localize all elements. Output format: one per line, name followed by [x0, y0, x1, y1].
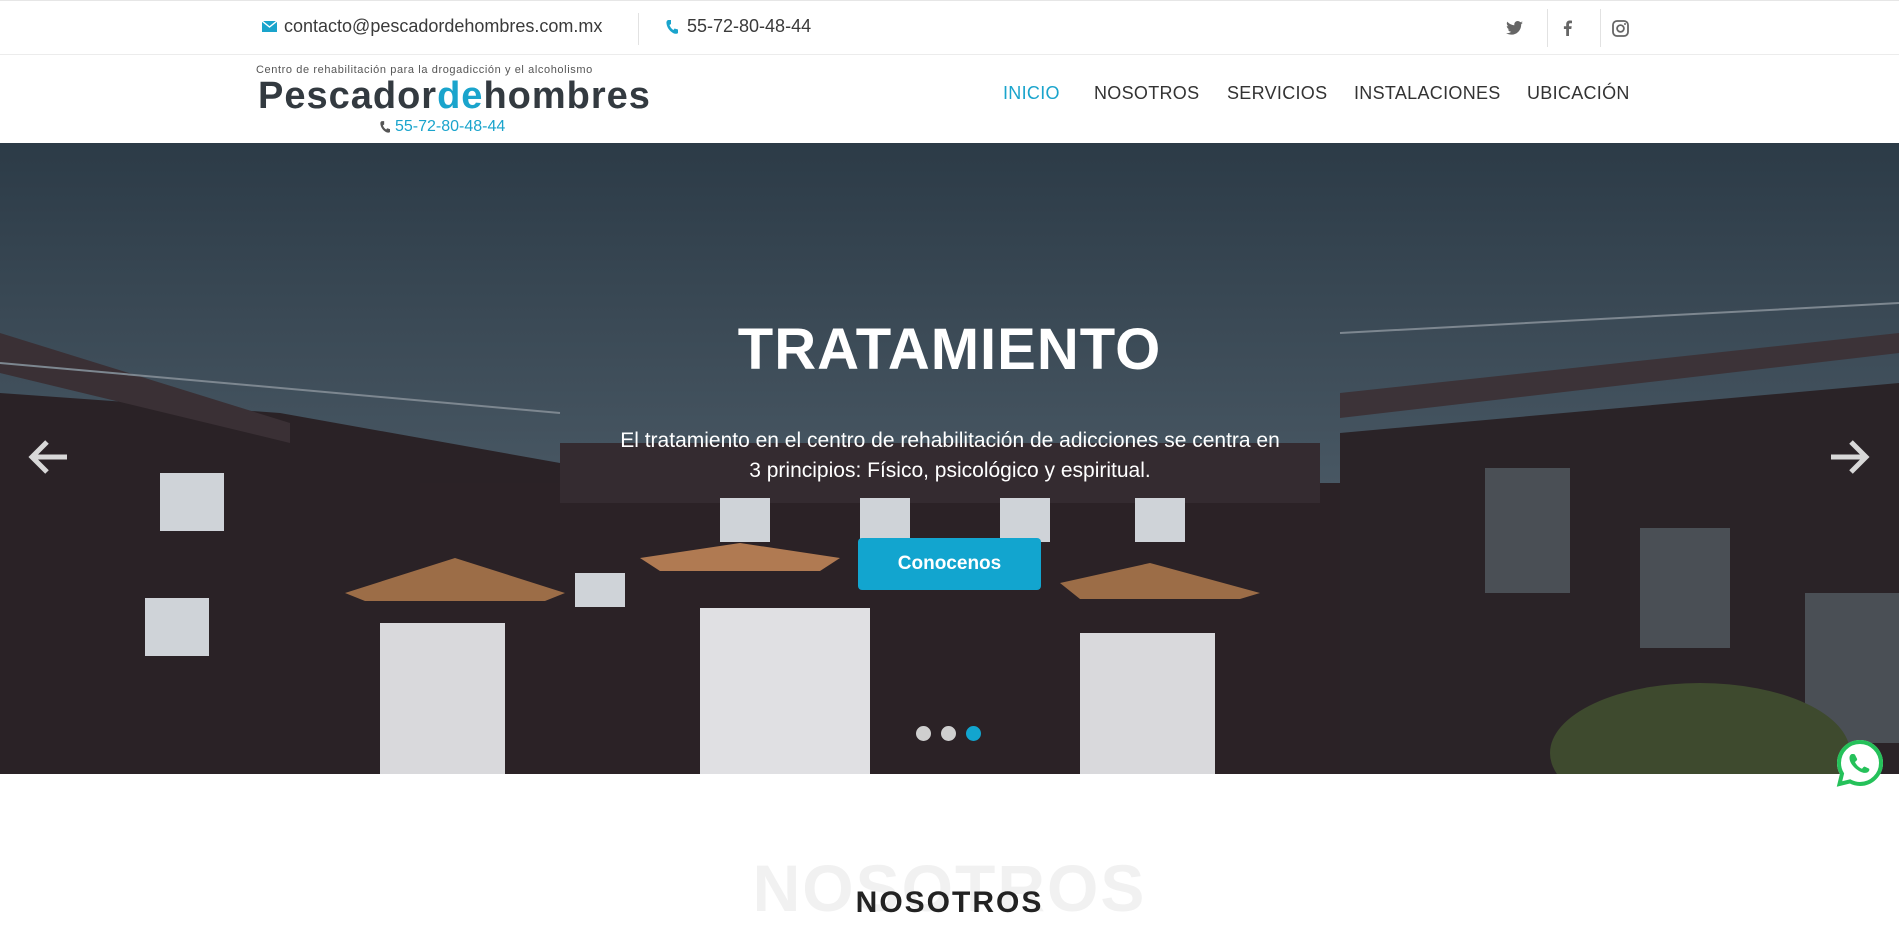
section-title: NOSOTROS [855, 886, 1044, 919]
twitter-link[interactable] [1494, 9, 1534, 47]
hero-title: TRATAMIENTO [737, 317, 1162, 382]
phone-contact[interactable]: 55-72-80-48-44 [666, 16, 811, 37]
slider-dot-3[interactable] [966, 726, 981, 741]
slider-dots [916, 726, 981, 741]
site-logo[interactable]: Pescadordehombres [258, 75, 651, 118]
site-header: Centro de rehabilitación para la drogadi… [0, 55, 1899, 143]
arrow-left-icon [28, 440, 67, 474]
phone-icon [380, 121, 390, 133]
facebook-link[interactable] [1547, 9, 1587, 47]
nav-nosotros[interactable]: NOSOTROS [1094, 83, 1199, 104]
nav-ubicacion[interactable]: UBICACIÓN [1527, 83, 1630, 104]
instagram-link[interactable] [1600, 9, 1640, 47]
mail-icon [262, 21, 277, 32]
header-phone[interactable]: 55-72-80-48-44 [380, 118, 505, 136]
hero-description: El tratamiento en el centro de rehabilit… [620, 429, 1280, 482]
twitter-icon [1505, 21, 1523, 35]
phone-text[interactable]: 55-72-80-48-44 [687, 16, 811, 37]
facebook-icon [1563, 20, 1572, 36]
topbar-divider [638, 13, 639, 45]
conocenos-button[interactable]: Conocenos [858, 538, 1041, 590]
phone-icon [666, 19, 678, 34]
nav-servicios[interactable]: SERVICIOS [1227, 83, 1327, 104]
top-bar: contacto@pescadordehombres.com.mx 55-72-… [0, 0, 1899, 55]
arrow-right-icon [1831, 440, 1870, 474]
whatsapp-icon [1836, 739, 1884, 787]
slider-prev-button[interactable] [24, 433, 72, 481]
logo-part-2: de [437, 75, 484, 117]
email-contact[interactable]: contacto@pescadordehombres.com.mx [262, 16, 602, 37]
nav-inicio[interactable]: INICIO [1003, 83, 1060, 104]
logo-part-3: hombres [483, 75, 651, 117]
slider-dot-1[interactable] [916, 726, 931, 741]
logo-part-1: Pescador [258, 75, 438, 117]
instagram-icon [1612, 19, 1629, 37]
nav-instalaciones[interactable]: INSTALACIONES [1354, 83, 1501, 104]
header-phone-text[interactable]: 55-72-80-48-44 [395, 118, 505, 136]
slider-next-button[interactable] [1826, 433, 1874, 481]
email-text[interactable]: contacto@pescadordehombres.com.mx [284, 16, 602, 37]
whatsapp-button[interactable] [1834, 738, 1886, 790]
slider-dot-2[interactable] [941, 726, 956, 741]
hero-slider: TRATAMIENTO El tratamiento en el centro … [0, 143, 1899, 774]
